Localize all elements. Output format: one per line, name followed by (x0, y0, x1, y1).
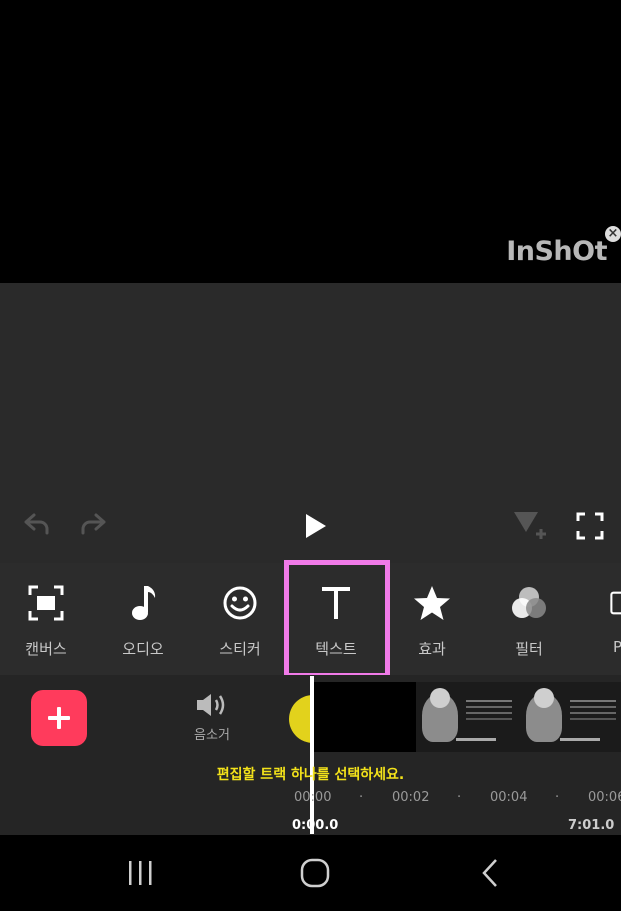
star-icon (392, 578, 472, 628)
toolbar-item-filter[interactable]: 필터 (489, 578, 569, 659)
toolbar-item-label: 효과 (418, 640, 446, 658)
toolbar-item-sticker[interactable]: 스티커 (200, 578, 280, 659)
recent-apps-icon[interactable] (128, 860, 152, 890)
partial-icon (586, 578, 621, 628)
filter-circles-icon (489, 578, 569, 628)
add-clip-button[interactable] (31, 690, 87, 746)
current-time: 0:00.0 (292, 818, 339, 833)
home-icon[interactable] (300, 858, 330, 892)
keyframe-add-icon[interactable] (512, 510, 548, 544)
music-note-icon (103, 578, 183, 628)
toolbar-item-label: 캔버스 (25, 640, 67, 658)
watermark-close-icon[interactable]: × (605, 226, 621, 242)
total-duration: 7:01.0 (568, 818, 615, 833)
playhead[interactable] (310, 676, 314, 834)
video-clip-thumbnail[interactable] (416, 682, 520, 752)
timeline-tick-dot: · (457, 790, 462, 805)
toolbar-item-canvas[interactable]: 캔버스 (6, 578, 86, 659)
timeline-tick-dot: · (555, 790, 560, 805)
mute-label: 음소거 (194, 728, 230, 743)
plus-icon (48, 707, 70, 729)
timeline-tick: 00:00 (294, 790, 332, 805)
toolbar-item-label: 오디오 (122, 640, 164, 658)
timeline-hint: 편집할 트랙 하나를 선택하세요. (216, 767, 405, 783)
inshot-watermark[interactable]: InShOt (506, 236, 607, 267)
mute-button[interactable]: 음소거 (182, 692, 242, 743)
redo-icon[interactable] (80, 512, 110, 538)
canvas-icon (6, 578, 86, 628)
toolbar-item-label: 스티커 (219, 640, 261, 658)
speaker-icon (197, 694, 225, 716)
toolbar-item-audio[interactable]: 오디오 (103, 578, 183, 659)
timeline-tick-dot: · (359, 790, 364, 805)
timeline-tick: 00:06 (588, 790, 621, 805)
timeline-tick: 00:04 (490, 790, 528, 805)
fullscreen-icon[interactable] (576, 512, 604, 540)
video-clip-thumbnail[interactable] (520, 682, 621, 752)
toolbar-item-label: 필터 (515, 640, 543, 658)
text-tool-highlight (284, 560, 390, 678)
undo-icon[interactable] (20, 512, 50, 538)
toolbar-item-partial[interactable]: P (586, 578, 621, 656)
timeline-tick: 00:02 (392, 790, 430, 805)
smiley-icon (200, 578, 280, 628)
toolbar-item-label: P (613, 638, 621, 656)
toolbar-item-effect[interactable]: 효과 (392, 578, 472, 659)
play-icon[interactable] (302, 512, 328, 540)
back-icon[interactable] (480, 858, 500, 892)
video-clip-black[interactable] (312, 682, 416, 752)
